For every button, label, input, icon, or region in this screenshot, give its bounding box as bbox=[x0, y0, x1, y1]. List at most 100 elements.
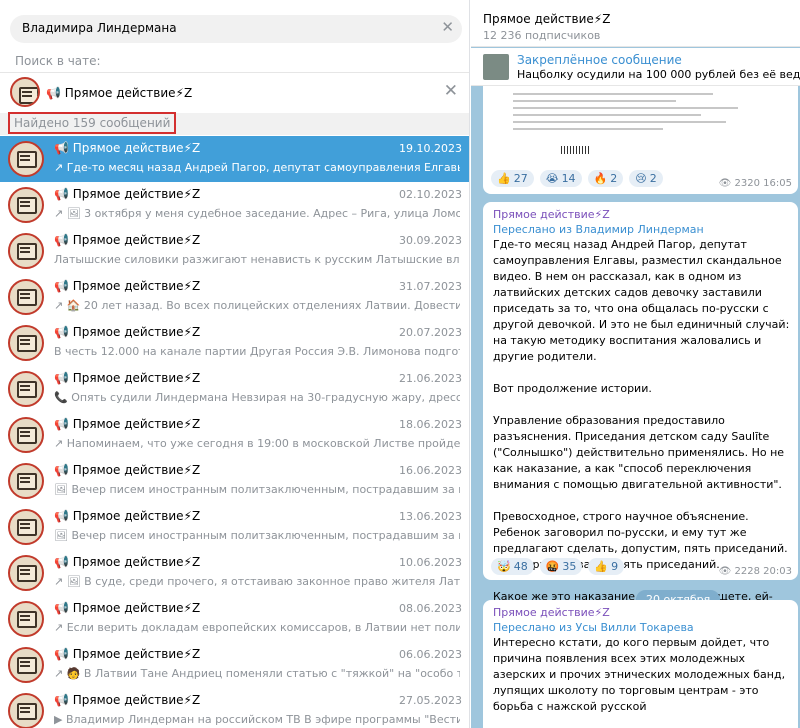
result-title: 📢 Прямое действие⚡Z bbox=[54, 693, 201, 707]
reaction-chip[interactable]: 🤯 48 bbox=[491, 558, 534, 575]
search-input[interactable]: Владимира Линдермана ✕ bbox=[10, 15, 462, 43]
reaction-count: 14 bbox=[561, 172, 576, 185]
result-preview: 🖼 Вечер писем иностранным политзаключенн… bbox=[54, 483, 460, 496]
avatar bbox=[8, 371, 44, 407]
search-in-chat-label: Поиск в чате: bbox=[15, 54, 101, 68]
chat-filter-chip[interactable]: 📢 Прямое действие⚡Z ✕ bbox=[0, 76, 469, 110]
result-date: 27.05.2023 bbox=[399, 694, 462, 707]
search-result-item[interactable]: 📢 Прямое действие⚡Z 27.05.2023 ▶ Владимир … bbox=[0, 688, 469, 728]
result-date: 21.06.2023 bbox=[399, 372, 462, 385]
avatar bbox=[8, 509, 44, 545]
forwarded-from[interactable]: Переслано из Владимир Линдерман bbox=[493, 223, 704, 236]
result-preview: 🖼 Вечер писем иностранным политзаключенн… bbox=[54, 529, 460, 542]
search-result-item[interactable]: 📢 Прямое действие⚡Z 02.10.2023 ↗ 🖼 3 октяб… bbox=[0, 182, 469, 228]
message-bubble[interactable]: Прямое действие⚡Z Переслано из Усы Вилли… bbox=[483, 600, 798, 728]
reaction-emoji: 🤯 bbox=[497, 560, 511, 573]
reaction-emoji: 🔥 bbox=[593, 172, 608, 185]
result-title: 📢 Прямое действие⚡Z bbox=[54, 325, 201, 339]
search-result-item[interactable]: 📢 Прямое действие⚡Z 08.06.2023 ↗ Если вери… bbox=[0, 596, 469, 642]
reaction-chip[interactable]: 🔥 2 bbox=[587, 170, 624, 187]
result-title: 📢 Прямое действие⚡Z bbox=[54, 509, 201, 523]
result-preview: Латышские силовики разжигают ненависть к… bbox=[54, 253, 460, 266]
result-title: 📢 Прямое действие⚡Z bbox=[54, 601, 201, 615]
document-preview bbox=[513, 88, 763, 158]
search-result-item[interactable]: 📢 Прямое действие⚡Z 20.07.2023 В честь 12.… bbox=[0, 320, 469, 366]
reactions: 🤯 48 🤬 35 👍 9 bbox=[491, 558, 625, 575]
avatar bbox=[8, 417, 44, 453]
search-result-item[interactable]: 📢 Прямое действие⚡Z 31.07.2023 ↗ 🏠 20 лет … bbox=[0, 274, 469, 320]
result-title: 📢 Прямое действие⚡Z bbox=[54, 279, 201, 293]
result-preview: ▶ Владимир Линдерман на российском ТВ В … bbox=[54, 713, 460, 726]
reaction-chip[interactable]: 👍 27 bbox=[491, 170, 534, 187]
chip-name: 📢 Прямое действие⚡Z bbox=[46, 86, 193, 100]
result-title: 📢 Прямое действие⚡Z bbox=[54, 555, 201, 569]
reaction-chip[interactable]: 😢 2 bbox=[629, 170, 663, 187]
result-title: 📢 Прямое действие⚡Z bbox=[54, 647, 201, 661]
result-preview: В честь 12.000 на канале партии Другая Р… bbox=[54, 345, 460, 358]
reaction-count: 9 bbox=[611, 560, 619, 573]
reaction-count: 48 bbox=[513, 560, 528, 573]
result-title: 📢 Прямое действие⚡Z bbox=[54, 417, 201, 431]
search-results-list: 📢 Прямое действие⚡Z 19.10.2023 ↗ Где-то ме… bbox=[0, 136, 469, 728]
reaction-chip[interactable]: 😭 14 bbox=[539, 170, 582, 187]
search-result-item[interactable]: 📢 Прямое действие⚡Z 10.06.2023 ↗ 🖼 В суде,… bbox=[0, 550, 469, 596]
avatar bbox=[8, 647, 44, 683]
reaction-emoji: 👍 bbox=[497, 172, 511, 185]
result-date: 18.06.2023 bbox=[399, 418, 462, 431]
close-icon[interactable]: ✕ bbox=[441, 18, 454, 36]
message-author[interactable]: Прямое действие⚡Z bbox=[493, 208, 610, 221]
avatar bbox=[8, 601, 44, 637]
avatar bbox=[8, 141, 44, 177]
avatar bbox=[8, 555, 44, 591]
result-title: 📢 Прямое действие⚡Z bbox=[54, 141, 201, 155]
reactions: 👍 27 😭 14 🔥 2 😢 2 bbox=[491, 170, 663, 187]
reaction-count: 2 bbox=[649, 172, 657, 185]
avatar bbox=[8, 463, 44, 499]
result-date: 10.06.2023 bbox=[399, 556, 462, 569]
search-panel: Владимира Линдермана ✕ Поиск в чате: 📢 П… bbox=[0, 0, 470, 728]
search-result-item[interactable]: 📢 Прямое действие⚡Z 18.06.2023 ↗ Напоминае… bbox=[0, 412, 469, 458]
reaction-emoji: 😢 bbox=[635, 172, 647, 185]
message-bubble[interactable]: Прямое действие⚡Z Переслано из Владимир … bbox=[483, 202, 798, 667]
reaction-emoji: 😭 bbox=[545, 172, 559, 185]
channel-header[interactable]: Прямое действие⚡Z 12 236 подписчиков bbox=[471, 0, 800, 47]
result-preview: ↗ 🖼 3 октября у меня судебное заседание.… bbox=[54, 207, 460, 220]
search-result-item[interactable]: 📢 Прямое действие⚡Z 21.06.2023 📞 Опять суд… bbox=[0, 366, 469, 412]
avatar bbox=[8, 279, 44, 315]
search-result-item[interactable]: 📢 Прямое действие⚡Z 16.06.2023 🖼 Вечер пис… bbox=[0, 458, 469, 504]
search-result-item[interactable]: 📢 Прямое действие⚡Z 13.06.2023 🖼 Вечер пис… bbox=[0, 504, 469, 550]
result-date: 02.10.2023 bbox=[399, 188, 462, 201]
result-preview: ↗ 🧑 В Латвии Тане Андриец поменяли стать… bbox=[54, 667, 460, 680]
result-title: 📢 Прямое действие⚡Z bbox=[54, 463, 201, 477]
close-icon[interactable]: ✕ bbox=[444, 81, 458, 101]
reaction-count: 27 bbox=[513, 172, 528, 185]
avatar bbox=[10, 77, 40, 107]
result-date: 19.10.2023 bbox=[399, 142, 462, 155]
message-author[interactable]: Прямое действие⚡Z bbox=[493, 606, 610, 619]
reaction-chip[interactable]: 👍 9 bbox=[588, 558, 625, 575]
divider bbox=[0, 72, 469, 73]
search-result-item[interactable]: 📢 Прямое действие⚡Z 30.09.2023 Латышские с… bbox=[0, 228, 469, 274]
avatar bbox=[8, 233, 44, 269]
message-bubble[interactable]: 👍 27 😭 14 🔥 2 😢 2 👁 2320 16:05 bbox=[483, 86, 798, 194]
channel-title: Прямое действие⚡Z bbox=[483, 12, 611, 26]
result-date: 30.09.2023 bbox=[399, 234, 462, 247]
search-result-item[interactable]: 📢 Прямое действие⚡Z 19.10.2023 ↗ Где-то ме… bbox=[0, 136, 469, 182]
result-preview: ↗ Напоминаем, что уже сегодня в 19:00 в … bbox=[54, 437, 460, 450]
message-meta: 👁 2228 20:03 bbox=[718, 566, 792, 577]
message-text: Интересно кстати, до кого первым дойдет,… bbox=[493, 636, 789, 713]
result-preview: ↗ 🖼 В суде, среди прочего, я отстаиваю з… bbox=[54, 575, 460, 588]
pinned-thumbnail bbox=[483, 54, 509, 80]
result-date: 06.06.2023 bbox=[399, 648, 462, 661]
avatar bbox=[8, 187, 44, 223]
reaction-chip[interactable]: 🤬 35 bbox=[539, 558, 583, 575]
pinned-message[interactable]: Закреплённое сообщение Нацболку осудили … bbox=[471, 48, 800, 86]
search-result-item[interactable]: 📢 Прямое действие⚡Z 06.06.2023 ↗ 🧑 В Латви… bbox=[0, 642, 469, 688]
result-title: 📢 Прямое действие⚡Z bbox=[54, 187, 201, 201]
chat-panel: Прямое действие⚡Z 12 236 подписчиков Зак… bbox=[471, 0, 800, 728]
search-query[interactable]: Владимира Линдермана bbox=[22, 21, 177, 35]
message-meta: 👁 2320 16:05 bbox=[718, 178, 792, 189]
result-preview: 📞 Опять судили Линдермана Невзирая на 30… bbox=[54, 391, 460, 404]
reaction-count: 35 bbox=[562, 560, 577, 573]
forwarded-from[interactable]: Переслано из Усы Вилли Токарева bbox=[493, 621, 694, 634]
